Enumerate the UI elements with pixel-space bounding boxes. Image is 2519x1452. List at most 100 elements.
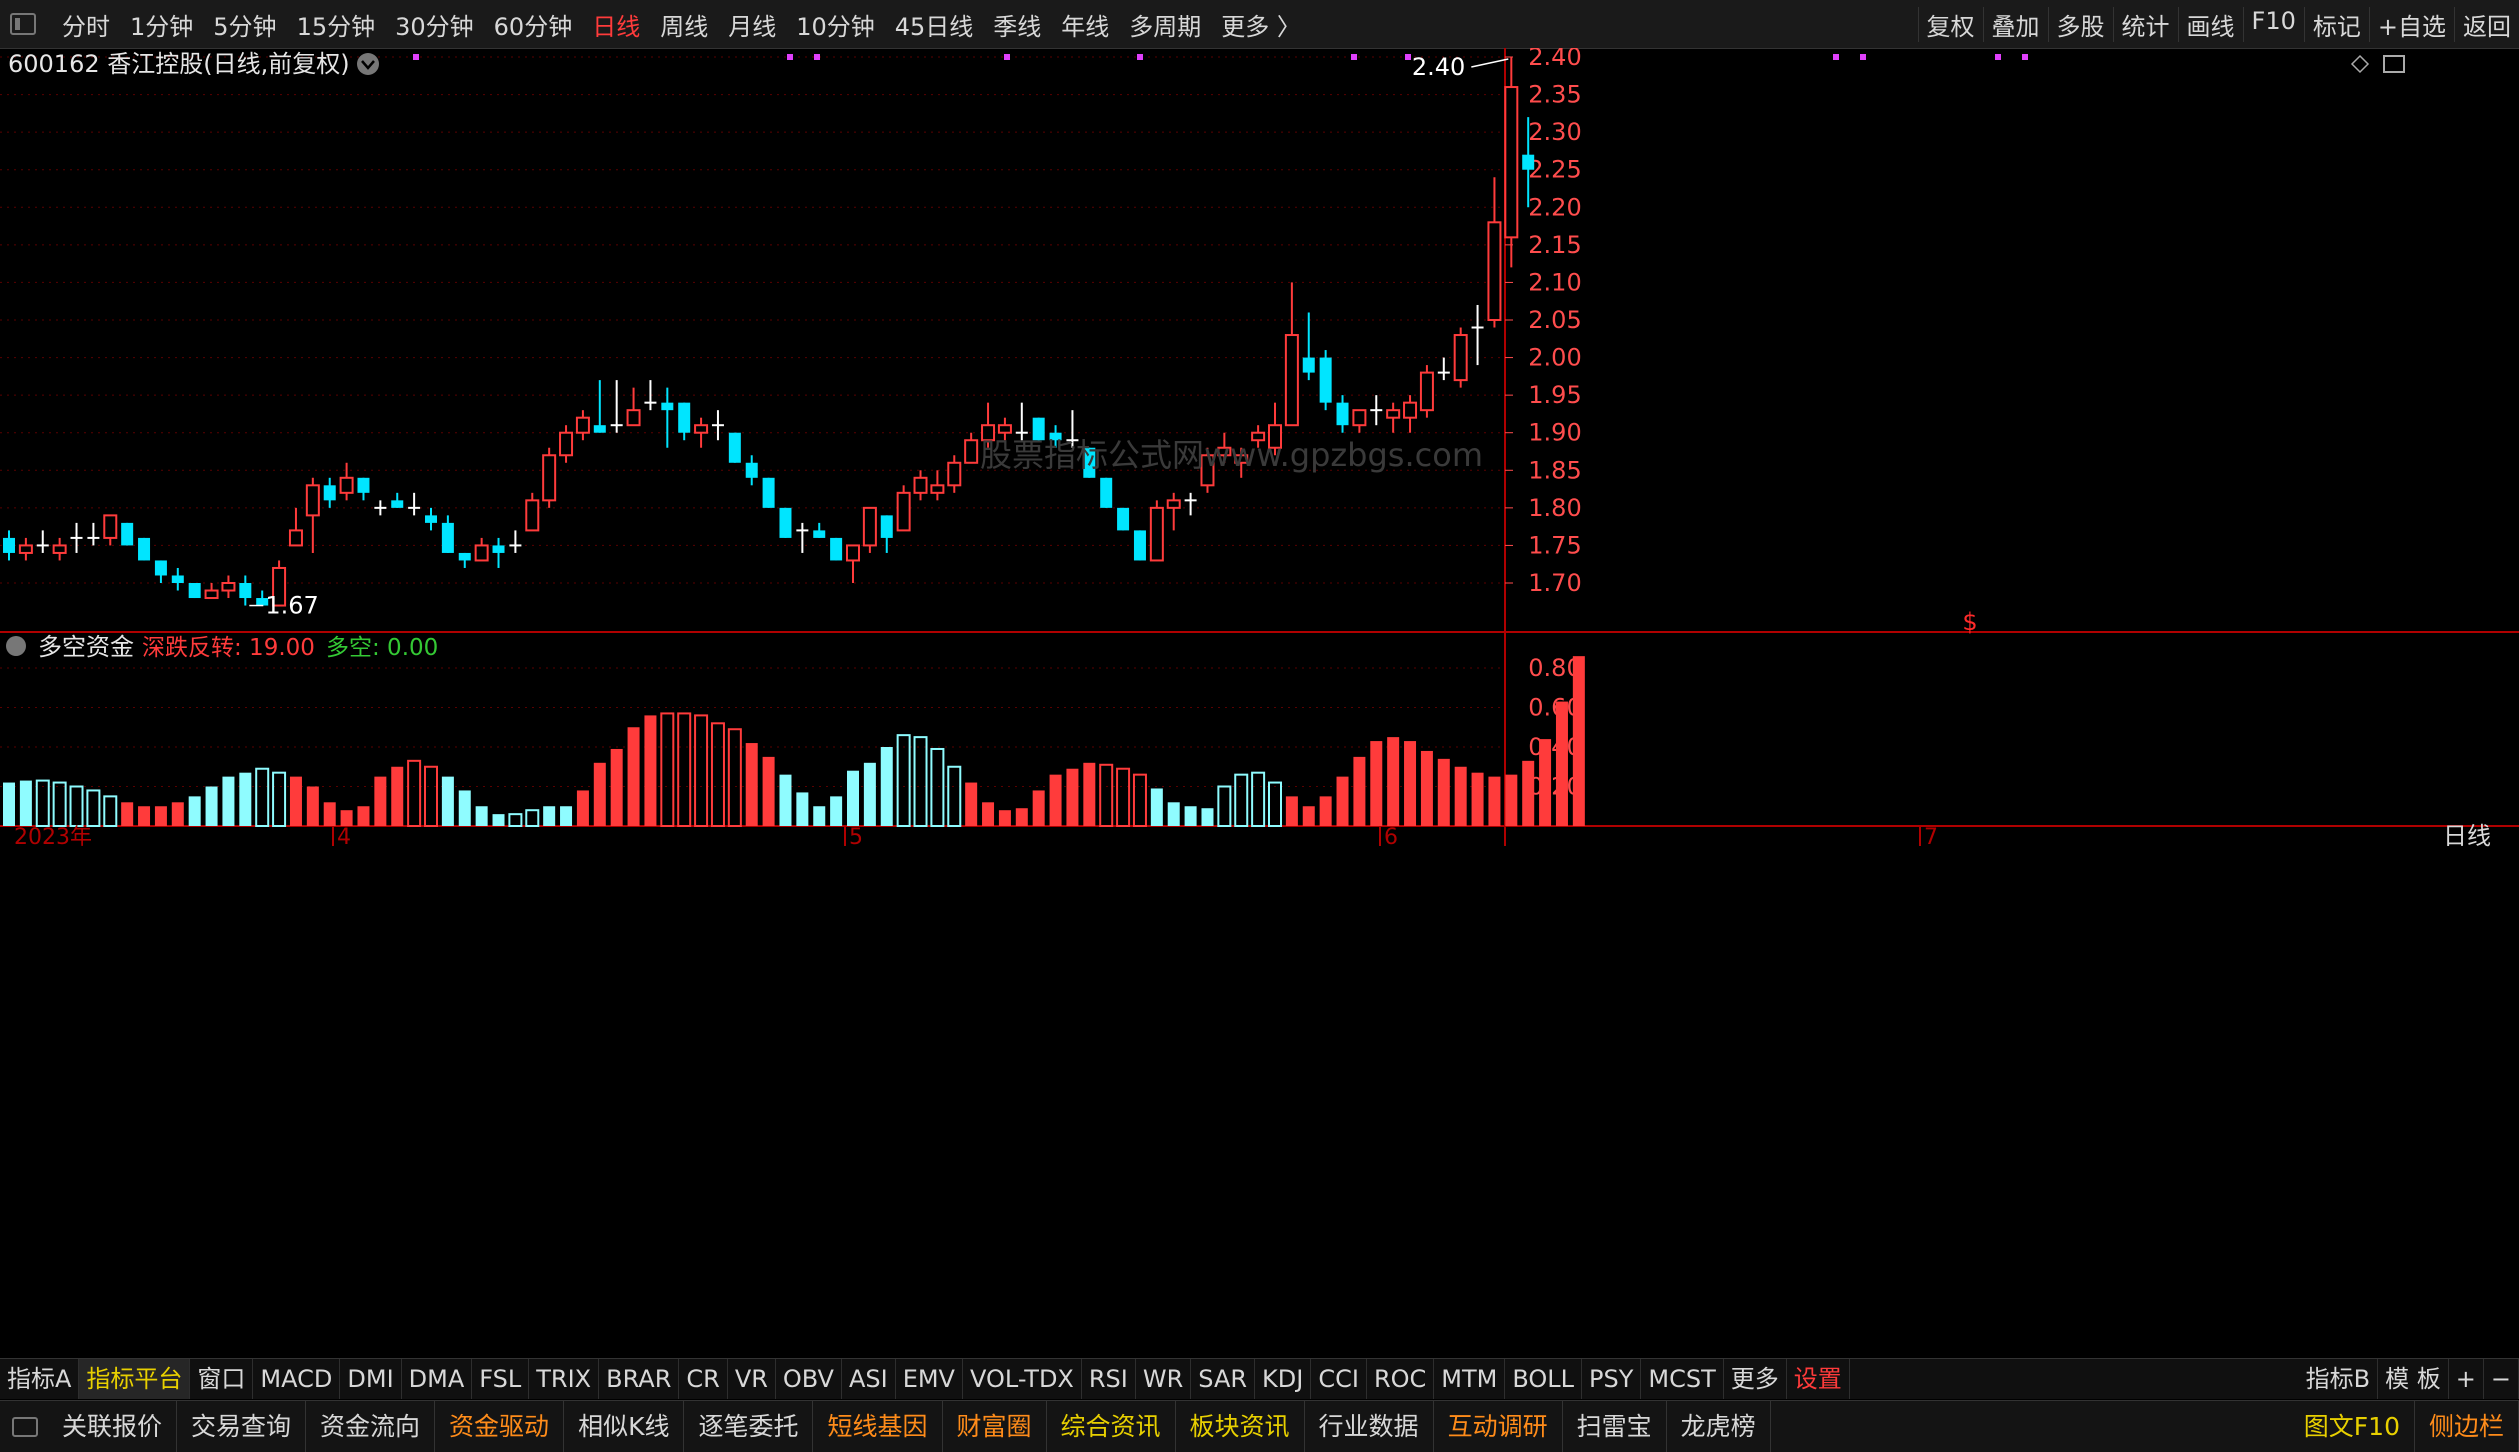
indicator-bar: [830, 796, 843, 826]
indicator-tab-19[interactable]: CCI: [1311, 1359, 1367, 1399]
candle-body: [18, 544, 33, 554]
panel-toggle-icon[interactable]: [12, 1416, 38, 1437]
toolbar-button-4[interactable]: 画线: [2177, 6, 2243, 42]
indicator-tab-8[interactable]: BRAR: [599, 1359, 680, 1399]
bottom-link-right-1[interactable]: 侧边栏: [2415, 1401, 2519, 1452]
indicator-bar: [1522, 760, 1535, 826]
candle-body: [138, 537, 151, 561]
period-tab-9[interactable]: 10分钟: [786, 7, 885, 42]
diamond-icon: [2350, 54, 2370, 74]
price-axis-label: 1.95: [1528, 381, 1581, 409]
indicator-tab-5[interactable]: DMA: [402, 1359, 473, 1399]
toolbar-button-0[interactable]: 复权: [1917, 6, 1983, 42]
indicator-tab-2[interactable]: 窗口: [190, 1359, 254, 1399]
indicator-tab-7[interactable]: TRIX: [529, 1359, 600, 1399]
candle-body: [1453, 334, 1468, 382]
bottom-link-4[interactable]: 相似K线: [564, 1401, 685, 1452]
indicator-tab-3[interactable]: MACD: [253, 1359, 341, 1399]
period-tab-5[interactable]: 60分钟: [484, 7, 583, 42]
indicator-bar: [644, 715, 657, 826]
indicator-bar: [1285, 796, 1298, 826]
indicator-tab-13[interactable]: EMV: [896, 1359, 963, 1399]
toolbar-button-8[interactable]: 返回: [2454, 6, 2519, 42]
period-tab-10[interactable]: 45日线: [885, 7, 984, 42]
indicator-tab-10[interactable]: VR: [728, 1359, 776, 1399]
bottom-link-6[interactable]: 短线基因: [813, 1401, 943, 1452]
indicator-tab-24[interactable]: MCST: [1641, 1359, 1724, 1399]
bottom-link-13[interactable]: 龙虎榜: [1667, 1401, 1771, 1452]
bottom-link-8[interactable]: 综合资讯: [1047, 1401, 1176, 1452]
period-tab-11[interactable]: 季线: [983, 7, 1051, 42]
indicator-tab-right-0[interactable]: 指标B: [2299, 1359, 2379, 1399]
indicator-tab-25[interactable]: 更多: [1724, 1359, 1787, 1399]
signal-marker: $: [1962, 608, 1977, 636]
indicator-tab-4[interactable]: DMI: [340, 1359, 402, 1399]
bottom-link-10[interactable]: 行业数据: [1305, 1401, 1434, 1452]
indicator-tab-6[interactable]: FSL: [472, 1359, 530, 1399]
indicator-tab-17[interactable]: SAR: [1191, 1359, 1256, 1399]
signal-dot-marker: [413, 54, 419, 60]
bottom-link-7[interactable]: 财富圈: [943, 1401, 1047, 1452]
indicator-tab-12[interactable]: ASI: [842, 1359, 896, 1399]
indicator-tab-14[interactable]: VOL-TDX: [963, 1359, 1082, 1399]
indicator-tab-right-1[interactable]: 模 板: [2378, 1359, 2449, 1399]
bottom-link-5[interactable]: 逐笔委托: [684, 1401, 814, 1452]
indicator-tab-16[interactable]: WR: [1136, 1359, 1192, 1399]
toolbar-button-6[interactable]: 标记: [2303, 6, 2369, 42]
toolbar-button-5[interactable]: F10: [2242, 6, 2304, 42]
toolbar-button-7[interactable]: +自选: [2368, 6, 2454, 42]
indicator-tab-0[interactable]: 指标A: [0, 1359, 80, 1399]
bottom-link-0[interactable]: 关联报价: [48, 1401, 178, 1452]
indicator-tab-11[interactable]: OBV: [776, 1359, 842, 1399]
period-tab-14[interactable]: 更多 〉: [1211, 7, 1311, 42]
indicator-tab-26[interactable]: 设置: [1787, 1359, 1850, 1399]
indicator-bar: [694, 714, 709, 828]
period-tab-12[interactable]: 年线: [1051, 7, 1119, 42]
indicator-tab-22[interactable]: BOLL: [1505, 1359, 1583, 1399]
bottom-link-11[interactable]: 互动调研: [1434, 1401, 1563, 1452]
indicator-tab-21[interactable]: MTM: [1434, 1359, 1506, 1399]
period-tab-8[interactable]: 月线: [718, 7, 786, 42]
period-tab-0[interactable]: 分时: [52, 7, 120, 42]
price-axis-label: 1.85: [1528, 456, 1581, 484]
period-tab-4[interactable]: 30分钟: [385, 7, 484, 42]
candle-body: [559, 431, 574, 457]
indicator-tab-23[interactable]: PSY: [1582, 1359, 1642, 1399]
candle-body: [357, 477, 370, 493]
indicator-tab-15[interactable]: RSI: [1082, 1359, 1136, 1399]
bottom-link-12[interactable]: 扫雷宝: [1563, 1401, 1667, 1452]
indicator-tab-9[interactable]: CR: [679, 1359, 728, 1399]
indicator-tab-1[interactable]: 指标平台: [79, 1359, 191, 1399]
bottom-link-2[interactable]: 资金流向: [306, 1401, 436, 1452]
indicator-bar: [121, 802, 134, 826]
candle-body: [830, 537, 843, 561]
period-tab-7[interactable]: 周线: [650, 7, 718, 42]
period-tab-3[interactable]: 15分钟: [287, 7, 386, 42]
period-tab-1[interactable]: 1分钟: [120, 7, 203, 42]
toolbar-button-2[interactable]: 多股: [2047, 6, 2113, 42]
indicator-tab-18[interactable]: KDJ: [1255, 1359, 1312, 1399]
candle-body: [1504, 86, 1519, 239]
toolbar-button-3[interactable]: 统计: [2112, 6, 2178, 42]
indicator-bar: [340, 810, 353, 826]
indicator-tab-right-3[interactable]: −: [2484, 1359, 2519, 1399]
indicator-bar: [1201, 808, 1214, 826]
bottom-link-3[interactable]: 资金驱动: [435, 1401, 565, 1452]
indicator-bar: [1454, 766, 1467, 826]
period-tab-13[interactable]: 多周期: [1119, 7, 1211, 42]
indicator-bar: [745, 743, 758, 826]
indicator-tab-right-2[interactable]: +: [2449, 1359, 2484, 1399]
indicator-bar: [205, 786, 218, 826]
indicator-bar: [913, 736, 928, 827]
indicator-bar: [1505, 774, 1518, 826]
bottom-link-1[interactable]: 交易查询: [177, 1401, 307, 1452]
window-toggle-icon[interactable]: [10, 13, 36, 35]
bottom-link-9[interactable]: 板块资讯: [1176, 1401, 1305, 1452]
candle-body: [121, 522, 134, 546]
candle-body: [1319, 357, 1332, 403]
bottom-link-right-0[interactable]: 图文F10: [2290, 1401, 2415, 1452]
period-tab-2[interactable]: 5分钟: [203, 7, 286, 42]
toolbar-button-1[interactable]: 叠加: [1982, 6, 2048, 42]
period-tab-6[interactable]: 日线: [582, 7, 650, 42]
indicator-tab-20[interactable]: ROC: [1367, 1359, 1435, 1399]
